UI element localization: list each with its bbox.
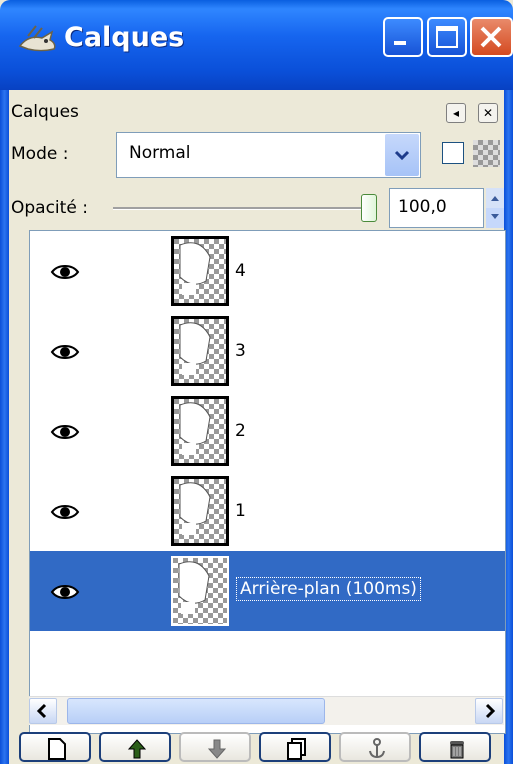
spin-arrows-icon xyxy=(486,188,504,228)
layer-thumbnail xyxy=(171,316,229,386)
layer-row[interactable]: 4 xyxy=(30,231,505,311)
duplicate-icon xyxy=(287,738,306,760)
eye-icon[interactable] xyxy=(50,263,80,281)
layer-name[interactable]: 4 xyxy=(235,261,246,281)
duplicate-layer-button[interactable] xyxy=(259,732,331,762)
eye-icon[interactable] xyxy=(50,343,80,361)
chevron-down-icon xyxy=(394,150,410,161)
arrow-left-icon xyxy=(36,703,47,719)
opacity-spinbox[interactable]: 100,0 xyxy=(389,188,484,228)
maximize-button[interactable] xyxy=(427,17,467,57)
mode-value: Normal xyxy=(129,143,191,163)
close-button[interactable] xyxy=(470,17,513,57)
layer-row[interactable]: 3 xyxy=(30,311,505,391)
close-small-icon: ✕ xyxy=(482,106,494,120)
eye-icon[interactable] xyxy=(50,583,80,601)
layer-name[interactable]: 1 xyxy=(235,501,246,521)
window-frame-left xyxy=(0,90,9,764)
layer-name[interactable]: 2 xyxy=(235,421,246,441)
tab-menu-button[interactable]: ◂ xyxy=(446,103,466,123)
layer-name[interactable]: Arrière-plan (100ms) xyxy=(236,577,421,601)
scrollbar-thumb[interactable] xyxy=(67,698,325,724)
eye-icon[interactable] xyxy=(50,423,80,441)
trash-icon xyxy=(450,741,464,759)
layer-thumbnail xyxy=(171,556,229,626)
gimp-wilber-icon xyxy=(18,25,56,52)
new-layer-icon xyxy=(48,738,66,760)
dock-header-label: Calques xyxy=(11,102,79,122)
dock-close-button[interactable]: ✕ xyxy=(478,103,498,123)
opacity-label: Opacité : xyxy=(11,198,88,218)
minimize-icon xyxy=(394,41,406,45)
opacity-slider-thumb[interactable] xyxy=(361,194,377,222)
layers-dialog: Calques ◂ ✕ Mode : Normal Opacité : 100,… xyxy=(9,90,506,764)
opacity-slider[interactable] xyxy=(113,207,371,210)
window-title: Calques xyxy=(64,22,185,53)
new-layer-button[interactable] xyxy=(19,732,91,762)
keep-transparency-checkbox[interactable] xyxy=(442,142,464,164)
layer-row[interactable]: 2 xyxy=(30,391,505,471)
layers-list[interactable]: 4 3 2 1 Arrière-plan (100ms) xyxy=(29,230,506,734)
scroll-right-button[interactable] xyxy=(475,698,503,724)
mode-select[interactable]: Normal xyxy=(116,132,421,178)
layer-row-selected[interactable]: Arrière-plan (100ms) xyxy=(30,551,505,631)
lower-layer-button[interactable] xyxy=(179,732,251,762)
tab-menu-icon: ◂ xyxy=(452,106,460,120)
opacity-spin-buttons[interactable] xyxy=(486,188,504,228)
anchor-icon xyxy=(369,738,385,759)
checkerboard-icon xyxy=(473,140,500,167)
eye-icon[interactable] xyxy=(50,503,80,521)
arrow-up-icon xyxy=(127,739,147,759)
scroll-left-button[interactable] xyxy=(29,698,57,724)
minimize-button[interactable] xyxy=(383,17,423,57)
horizontal-scrollbar[interactable] xyxy=(29,696,504,725)
arrow-down-icon xyxy=(207,739,227,759)
layer-name[interactable]: 3 xyxy=(235,341,246,361)
mode-label: Mode : xyxy=(11,144,69,164)
layer-row[interactable]: 1 xyxy=(30,471,505,551)
maximize-icon xyxy=(436,26,458,48)
layer-thumbnail xyxy=(171,396,229,466)
layer-thumbnail xyxy=(171,476,229,546)
title-bar[interactable]: Calques xyxy=(0,0,513,90)
anchor-layer-button[interactable] xyxy=(339,732,411,762)
arrow-right-icon xyxy=(485,703,496,719)
close-icon xyxy=(480,26,502,48)
delete-layer-button[interactable] xyxy=(419,732,491,762)
opacity-value: 100,0 xyxy=(398,197,447,217)
raise-layer-button[interactable] xyxy=(99,732,171,762)
layer-thumbnail xyxy=(171,236,229,306)
dropdown-button[interactable] xyxy=(385,134,419,176)
